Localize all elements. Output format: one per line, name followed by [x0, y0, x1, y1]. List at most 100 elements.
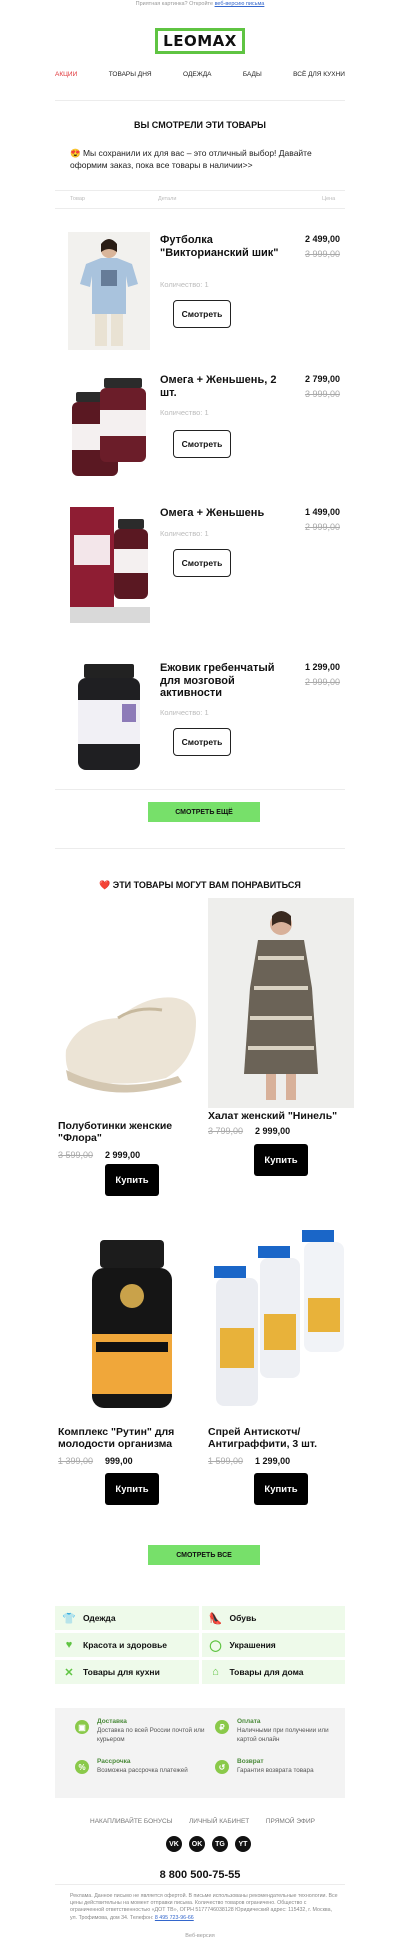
rutin-bottle-image[interactable]: [58, 1230, 206, 1415]
product-old-price: 1 599,00: [208, 1456, 244, 1466]
footer-links: Накапливайте бонусы Личный кабинет Прямо…: [90, 1818, 315, 1825]
product-name[interactable]: Полуботинки женские "Флора": [58, 1120, 206, 1144]
divider: [55, 789, 345, 790]
supplement-bottles-image[interactable]: [68, 372, 150, 490]
buy-button[interactable]: Купить: [105, 1164, 159, 1196]
tshirt-product-image[interactable]: [68, 232, 150, 350]
category-label: Красота и здоровье: [83, 1640, 168, 1650]
info-text: Наличными при получении или картой онлай…: [237, 1727, 329, 1743]
view-button[interactable]: Смотреть: [173, 728, 231, 756]
product-old-price: 2 999,00: [304, 522, 340, 532]
recommend-title: ❤️ Эти товары могут вам понравиться: [99, 880, 301, 890]
spray-bottles-image[interactable]: [208, 1230, 354, 1415]
price-row: 1 399,00 999,00: [58, 1456, 133, 1466]
webversion-link[interactable]: веб-версию письма: [215, 1, 265, 7]
cutlery-icon: ✕: [64, 1666, 74, 1679]
viewed-intro: 😍 Мы сохранили их для вас – это отличный…: [70, 148, 312, 170]
buy-button[interactable]: Купить: [254, 1144, 308, 1176]
support-phone[interactable]: 8 800 500-75-55: [0, 1869, 400, 1881]
product-name[interactable]: Спрей Антискотч/Антиграффити, 3 шт.: [208, 1426, 356, 1450]
product-name[interactable]: Омега + Женьшень: [160, 507, 285, 520]
product-price: 2 999,00: [105, 1150, 141, 1160]
see-more-button[interactable]: Смотреть ещё: [148, 802, 260, 822]
return-icon: ↺: [215, 1760, 229, 1774]
supplement-box-image[interactable]: [68, 505, 150, 623]
category-label: Товары для кухни: [83, 1667, 160, 1677]
legal-phone-link[interactable]: 8 495 723-96-66: [155, 1915, 194, 1921]
divider: [55, 100, 345, 101]
see-all-button[interactable]: Смотреть все: [148, 1545, 260, 1565]
viewed-title: Вы смотрели эти товары: [134, 120, 266, 130]
product-price: 2 799,00: [304, 374, 340, 384]
info-title: Оплата: [237, 1718, 261, 1725]
nav-item-supplements[interactable]: Бады: [243, 71, 262, 78]
category-label: Обувь: [229, 1613, 257, 1623]
product-quantity: Количество: 1: [160, 280, 209, 289]
product-old-price: 3 599,00: [58, 1150, 94, 1160]
recommend-product: Спрей Антискотч/Антиграффити, 3 шт. 1 59…: [208, 1230, 356, 1510]
viewed-product: Омега + Женьшень 1 499,00 2 999,00 Колич…: [68, 505, 340, 625]
product-price: 1 499,00: [304, 507, 340, 517]
odnoklassniki-icon[interactable]: OK: [189, 1836, 205, 1852]
home-icon: ⌂: [212, 1666, 219, 1678]
view-button[interactable]: Смотреть: [173, 549, 231, 577]
product-old-price: 1 399,00: [58, 1456, 94, 1466]
link-bonuses[interactable]: Накапливайте бонусы: [90, 1818, 172, 1825]
service-info-block: ▣ Доставка Доставка по всей России почто…: [55, 1708, 345, 1798]
col-header-product: Товар: [70, 196, 85, 202]
top-nav: Акции Товары дня Одежда Бады Всё для кух…: [55, 71, 345, 78]
nav-item-clothes[interactable]: Одежда: [183, 71, 211, 78]
info-title: Возврат: [237, 1758, 264, 1765]
hericium-bottle-image[interactable]: [68, 660, 150, 778]
viewed-product: Омега + Женьшень, 2 шт. 2 799,00 3 999,0…: [68, 372, 340, 492]
product-quantity: Количество: 1: [160, 529, 209, 538]
info-title: Рассрочка: [97, 1758, 131, 1765]
view-button[interactable]: Смотреть: [173, 300, 231, 328]
robe-product-image[interactable]: [208, 898, 354, 1108]
product-name[interactable]: Ежовик гребенчатый для мозговой активнос…: [160, 662, 285, 700]
product-quantity: Количество: 1: [160, 708, 209, 717]
telegram-icon[interactable]: TG: [212, 1836, 228, 1852]
product-name[interactable]: Омега + Женьшень, 2 шт.: [160, 374, 285, 399]
category-grid: 👕 Одежда 👠 Обувь ♥ Красота и здоровье ◯ …: [55, 1606, 345, 1684]
box-icon: ▣: [75, 1720, 89, 1734]
nav-item-sales[interactable]: Акции: [55, 71, 77, 78]
category-beauty[interactable]: ♥ Красота и здоровье: [55, 1633, 199, 1657]
product-quantity: Количество: 1: [160, 408, 209, 417]
webversion-footer-link[interactable]: Веб-версия: [0, 1933, 400, 1939]
view-button[interactable]: Смотреть: [173, 430, 231, 458]
product-old-price: 3 799,00: [208, 1126, 244, 1136]
price-row: 1 599,00 1 299,00: [208, 1456, 290, 1466]
viewed-product: Футболка "Викторианский шик" 2 499,00 3 …: [68, 232, 340, 352]
shirt-icon: 👕: [62, 1612, 76, 1625]
vk-icon[interactable]: VK: [166, 1836, 182, 1852]
category-kitchen[interactable]: ✕ Товары для кухни: [55, 1660, 199, 1684]
link-account[interactable]: Личный кабинет: [189, 1818, 249, 1825]
shoes-product-image[interactable]: [58, 910, 206, 1120]
category-label: Товары для дома: [229, 1667, 304, 1677]
category-clothes[interactable]: 👕 Одежда: [55, 1606, 199, 1630]
ruble-icon: ₽: [215, 1720, 229, 1734]
buy-button[interactable]: Купить: [254, 1473, 308, 1505]
youtube-icon[interactable]: YT: [235, 1836, 251, 1852]
divider: [55, 1884, 345, 1885]
category-label: Украшения: [229, 1640, 276, 1650]
leomax-logo[interactable]: LEOMAX: [155, 28, 245, 54]
nav-item-deals-of-day[interactable]: Товары дня: [109, 71, 152, 78]
price-row: 3 799,00 2 999,00: [208, 1126, 290, 1136]
category-shoes[interactable]: 👠 Обувь: [201, 1606, 345, 1630]
buy-button[interactable]: Купить: [105, 1473, 159, 1505]
link-live[interactable]: Прямой эфир: [266, 1818, 315, 1825]
category-jewelry[interactable]: ◯ Украшения: [201, 1633, 345, 1657]
category-home[interactable]: ⌂ Товары для дома: [201, 1660, 345, 1684]
product-price: 1 299,00: [304, 662, 340, 672]
divider: [55, 848, 345, 849]
recommend-product: Полуботинки женские "Флора" 3 599,00 2 9…: [58, 910, 206, 1196]
legal-text: Реклама. Данное письмо не является оферт…: [70, 1893, 340, 1922]
product-name[interactable]: Футболка "Викторианский шик": [160, 234, 285, 259]
nav-item-kitchen[interactable]: Всё для кухни: [293, 71, 345, 78]
product-name[interactable]: Комплекс "Рутин" для молодости организма: [58, 1426, 206, 1450]
viewed-product: Ежовик гребенчатый для мозговой активнос…: [68, 660, 340, 780]
product-name[interactable]: Халат женский "Нинель": [208, 1110, 356, 1122]
category-label: Одежда: [83, 1613, 116, 1623]
